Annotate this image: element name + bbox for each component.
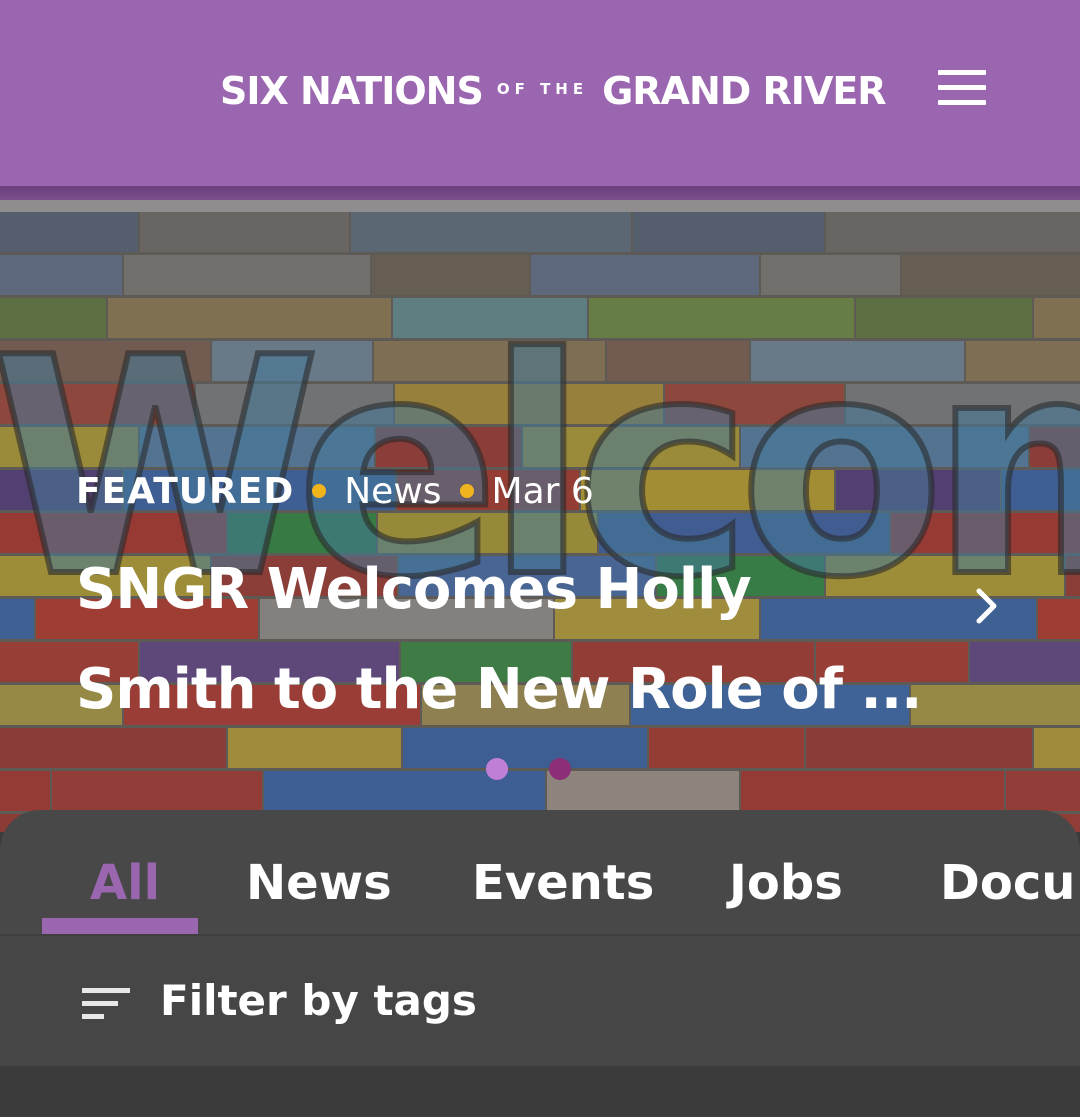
tab-all[interactable]: All	[90, 848, 160, 918]
hero-title-line: SNGR Welcomes Holly	[76, 557, 752, 622]
site-logo[interactable]: SIX NATIONS OF THE GRAND RIVER	[220, 66, 887, 116]
post-date: Mar 6	[491, 470, 594, 512]
app-header: SIX NATIONS OF THE GRAND RIVER	[0, 0, 1080, 186]
active-tab-indicator	[42, 918, 198, 934]
header-divider	[0, 186, 1080, 200]
tab-events[interactable]: Events	[472, 848, 654, 918]
category-tabs: All News Events Jobs Docu	[0, 810, 1080, 934]
content-list-area	[0, 1066, 1080, 1117]
post-type-label: News	[344, 470, 442, 512]
filter-by-tags-button[interactable]: Filter by tags	[0, 934, 1080, 1068]
featured-label: FEATURED	[76, 470, 295, 512]
hero-title-line: Smith to the New Role of ...	[76, 657, 922, 722]
featured-carousel[interactable]: Welcome FEATURED News Mar 6 SNGR Welcome…	[0, 212, 1080, 832]
filter-by-tags-label: Filter by tags	[160, 976, 477, 1025]
hero-title[interactable]: SNGR Welcomes Holly Smith to the New Rol…	[76, 540, 956, 740]
meta-separator-dot	[459, 484, 474, 498]
carousel-dot-2[interactable]	[549, 758, 571, 780]
content-filter-panel: All News Events Jobs Docu Filter by tags	[0, 810, 1080, 1117]
app-screen: SIX NATIONS OF THE GRAND RIVER Welcome F…	[0, 0, 1080, 1117]
hamburger-menu-icon[interactable]	[934, 66, 990, 110]
logo-text-grand-river: GRAND RIVER	[602, 69, 886, 113]
carousel-dot-1[interactable]	[486, 758, 508, 780]
chevron-right-icon[interactable]	[962, 582, 1010, 630]
hero-meta: FEATURED News Mar 6	[76, 468, 594, 514]
logo-text-of-the: OF THE	[496, 80, 589, 98]
tab-documents[interactable]: Docu	[940, 848, 1075, 918]
filter-lines-icon	[82, 988, 130, 1019]
header-divider-gray	[0, 200, 1080, 212]
tab-jobs[interactable]: Jobs	[729, 848, 843, 918]
logo-text-six-nations: SIX NATIONS	[220, 69, 484, 113]
meta-separator-dot	[312, 484, 327, 498]
tab-news[interactable]: News	[246, 848, 392, 918]
